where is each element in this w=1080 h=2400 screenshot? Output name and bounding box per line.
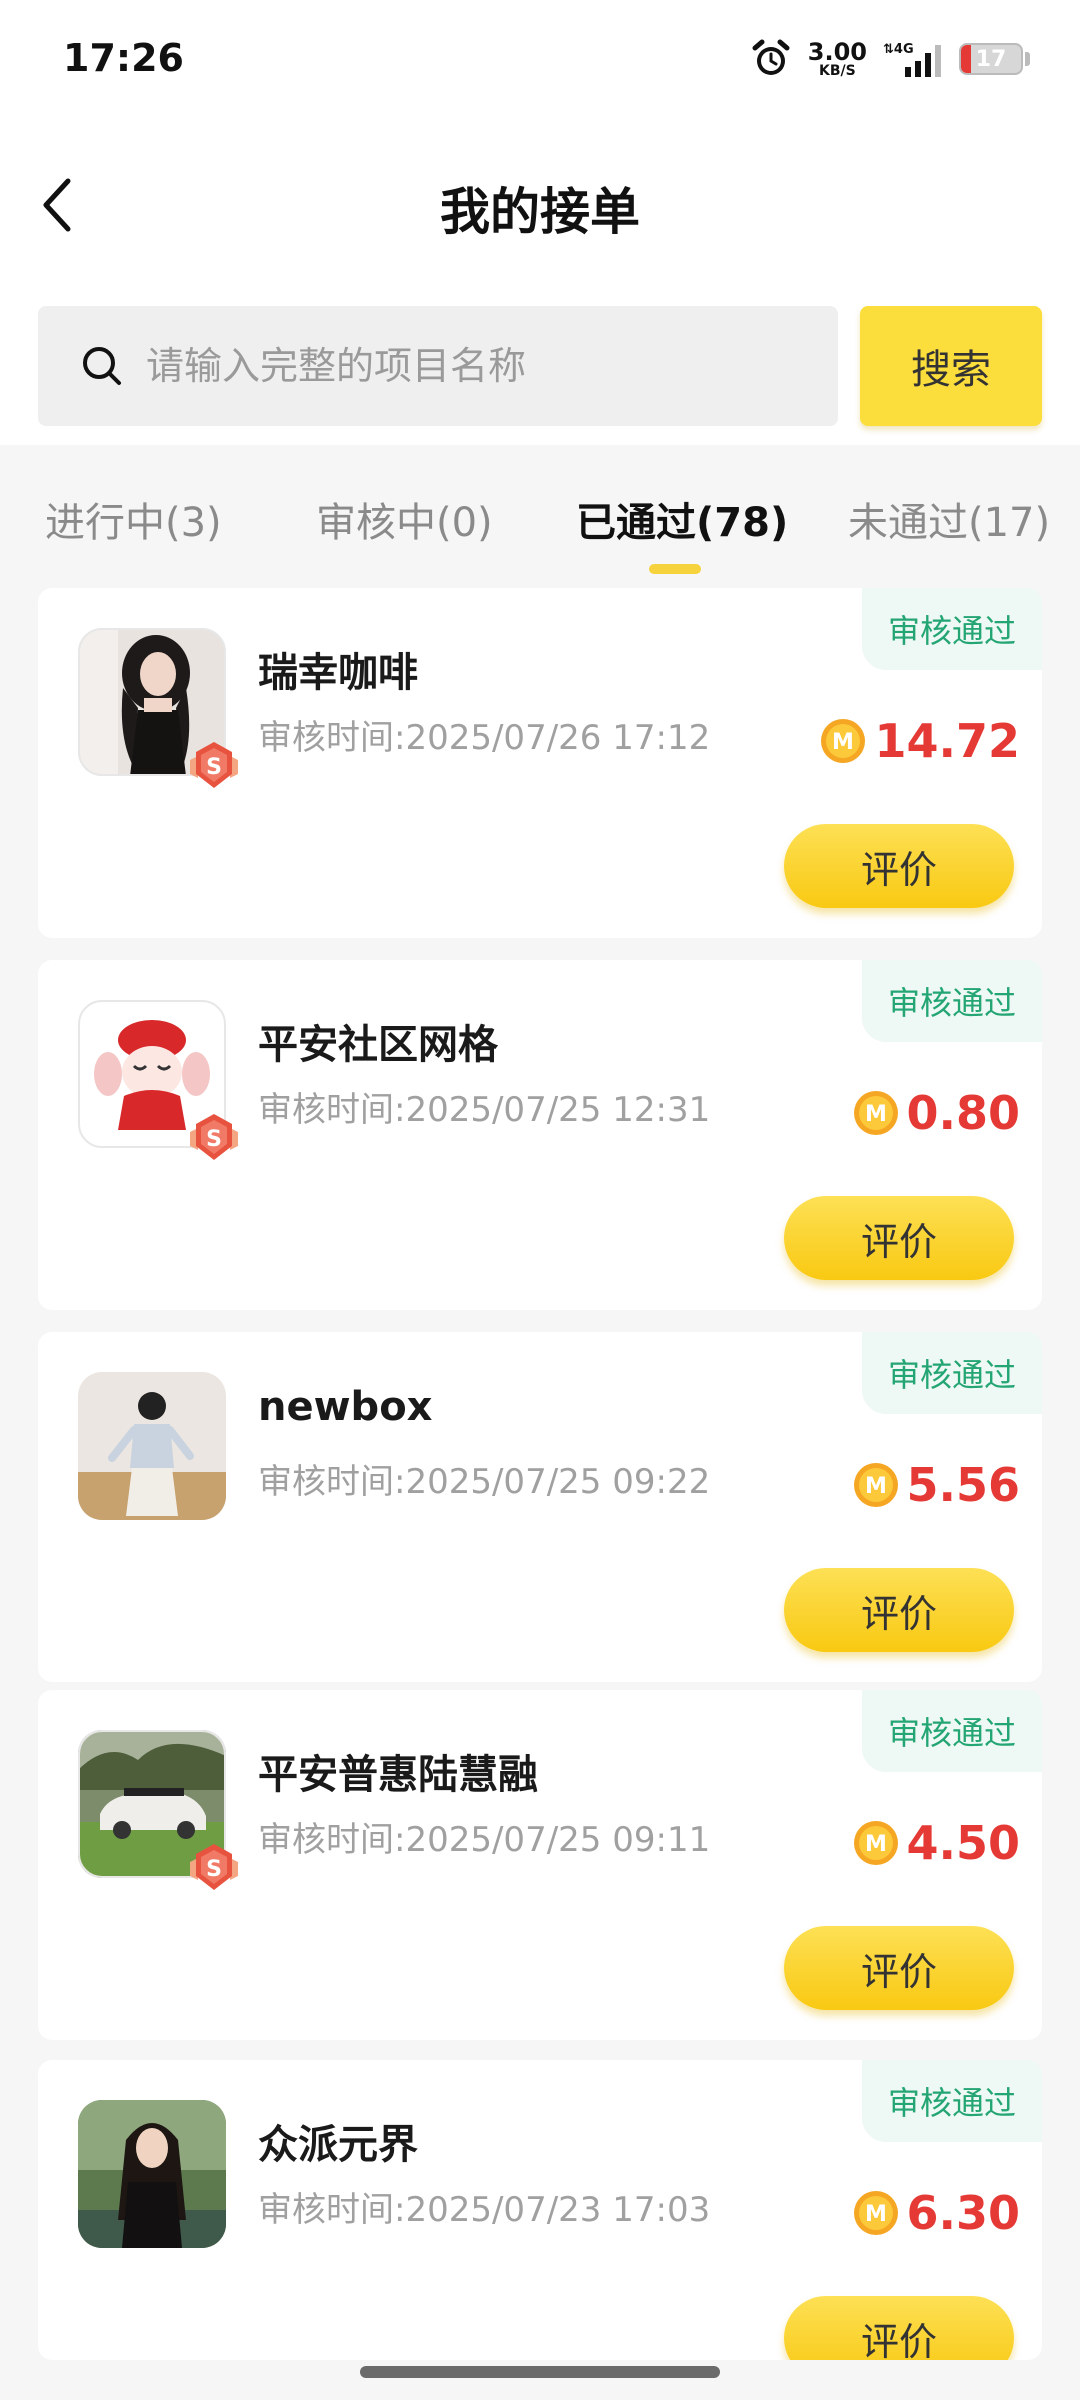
rate-button[interactable]: 评价 (784, 1926, 1014, 2010)
order-card[interactable]: 审核通过 newbox 审核时间:2025/07/25 09:22 M 5.56… (38, 1332, 1042, 1682)
battery-level: 17 (975, 46, 1007, 72)
search-input[interactable] (144, 343, 788, 389)
search-bar: 搜索 (0, 290, 1080, 445)
coin-icon: M (853, 1821, 898, 1865)
project-name: newbox (258, 1384, 433, 1430)
order-card[interactable]: 审核通过 众派元界 审核时间:2025/07/23 17:03 M 6.30 评… (38, 2060, 1042, 2360)
review-time: 审核时间:2025/07/25 09:22 (258, 1462, 711, 1502)
svg-text:S: S (206, 1857, 222, 1882)
status-badge: 审核通过 (862, 588, 1042, 670)
tab-under-review[interactable]: 审核中(0) (316, 490, 493, 548)
active-tab-indicator (649, 564, 701, 574)
search-button[interactable]: 搜索 (860, 306, 1042, 426)
home-indicator[interactable] (360, 2366, 720, 2378)
status-icons: 3.00 KB/S ⇅4G 17 (750, 38, 1030, 80)
status-time: 17:26 (63, 36, 184, 80)
svg-text:M: M (865, 1474, 887, 1499)
project-name: 平安普惠陆慧融 (258, 1752, 538, 1798)
status-badge: 审核通过 (862, 2060, 1042, 2142)
coin-icon: M (853, 1091, 898, 1135)
project-name: 瑞幸咖啡 (258, 650, 418, 696)
coin-icon: M (853, 2191, 898, 2235)
review-time: 审核时间:2025/07/23 17:03 (258, 2190, 711, 2230)
battery-indicator: 17 (959, 43, 1030, 75)
rate-button[interactable]: 评价 (784, 824, 1014, 908)
page-header: 我的接单 (0, 120, 1080, 290)
project-avatar (78, 2100, 226, 2248)
reward: M 5.56 (853, 1458, 1021, 1512)
search-icon (83, 347, 121, 385)
order-card[interactable]: 审核通过 S 平安普惠陆慧融 审核时间:2025/07/25 09:11 M 4… (38, 1690, 1042, 2040)
reward-amount: 5.56 (906, 1458, 1021, 1512)
svg-text:M: M (865, 1102, 887, 1127)
s-level-badge-icon: S (190, 742, 238, 788)
svg-text:M: M (865, 1832, 887, 1857)
reward: M 14.72 (820, 714, 1020, 768)
status-badge: 审核通过 (862, 1690, 1042, 1772)
project-avatar (78, 1372, 226, 1520)
svg-text:S: S (206, 1127, 222, 1152)
order-card[interactable]: 审核通过 S 平安社区网格 审核时间:2025/07/25 12:31 M 0.… (38, 960, 1042, 1310)
reward-amount: 14.72 (874, 714, 1020, 768)
network-speed-value: 3.00 (807, 38, 867, 66)
review-time: 审核时间:2025/07/25 12:31 (258, 1090, 711, 1130)
reward-amount: 6.30 (906, 2186, 1021, 2240)
svg-text:S: S (206, 755, 222, 780)
tab-rejected[interactable]: 未通过(17) (848, 490, 1050, 548)
order-card[interactable]: 审核通过 S 瑞幸咖啡 审核时间:2025/07/26 17:12 M 14.7… (38, 588, 1042, 938)
coin-icon: M (853, 1463, 898, 1507)
network-speed: 3.00 KB/S (808, 40, 867, 78)
coin-icon: M (821, 719, 866, 763)
reward-amount: 4.50 (906, 1816, 1021, 1870)
rate-button[interactable]: 评价 (784, 1196, 1014, 1280)
search-field[interactable] (38, 306, 838, 426)
status-tabs: 进行中(3) 审核中(0) 已通过(78) 未通过(17) (0, 470, 1080, 574)
signal-4g-icon: ⇅4G (883, 42, 941, 77)
review-time: 审核时间:2025/07/25 09:11 (258, 1820, 711, 1860)
status-bar: 17:26 3.00 KB/S ⇅4G 17 (0, 0, 1080, 120)
status-badge: 审核通过 (862, 1332, 1042, 1414)
rate-button[interactable]: 评价 (784, 1568, 1014, 1652)
reward: M 4.50 (853, 1816, 1021, 1870)
svg-text:M: M (833, 730, 855, 755)
svg-text:M: M (865, 2202, 887, 2227)
rate-button[interactable]: 评价 (784, 2296, 1014, 2360)
review-time: 审核时间:2025/07/26 17:12 (258, 718, 711, 758)
reward-amount: 0.80 (906, 1086, 1021, 1140)
tab-approved[interactable]: 已通过(78) (576, 490, 788, 548)
tab-in-progress[interactable]: 进行中(3) (45, 490, 222, 548)
project-name: 众派元界 (258, 2122, 418, 2168)
reward: M 6.30 (853, 2186, 1021, 2240)
alarm-icon (752, 39, 790, 75)
network-speed-unit: KB/S (819, 63, 856, 79)
status-badge: 审核通过 (862, 960, 1042, 1042)
svg-text:⇅4G: ⇅4G (883, 42, 914, 57)
project-name: 平安社区网格 (258, 1022, 498, 1068)
battery-icon: 17 (959, 43, 1023, 75)
s-level-badge-icon: S (190, 1844, 238, 1890)
reward: M 0.80 (853, 1086, 1021, 1140)
page-title: 我的接单 (440, 183, 640, 241)
s-level-badge-icon: S (190, 1114, 238, 1160)
